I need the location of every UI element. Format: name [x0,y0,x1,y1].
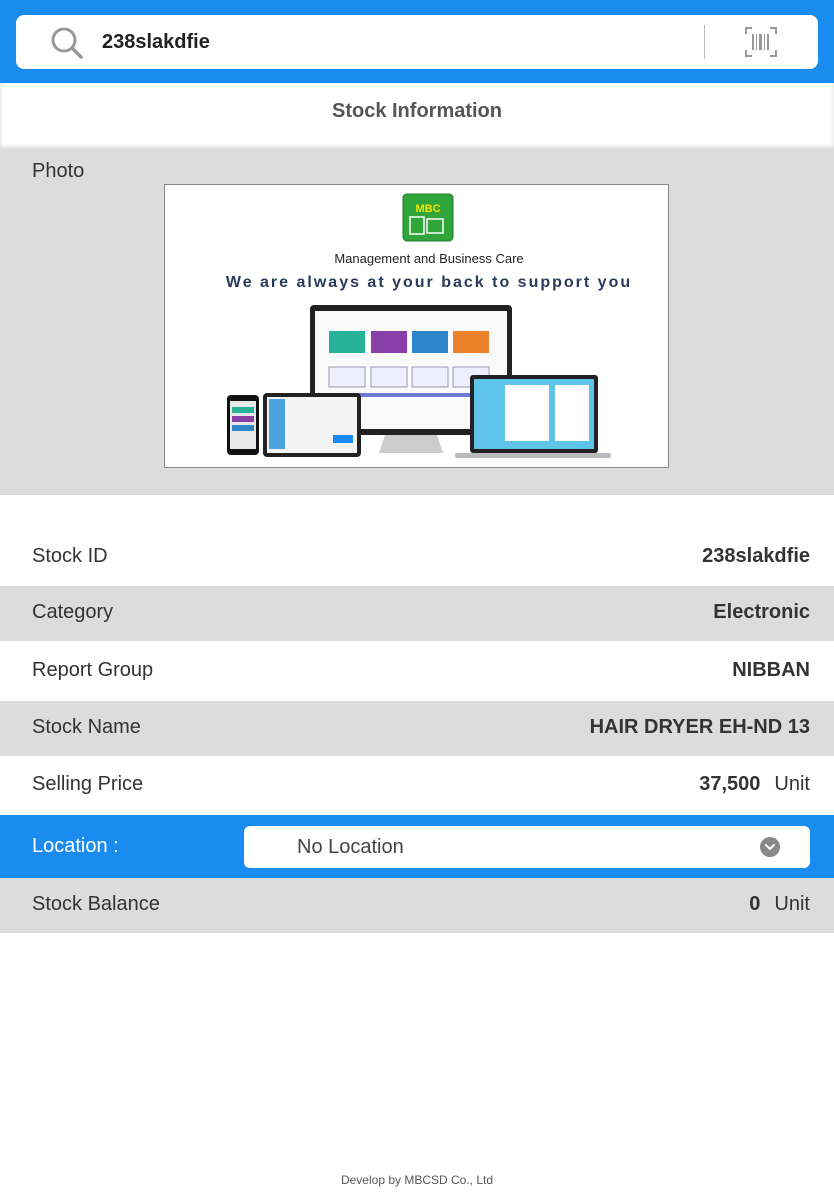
category-label: Category [32,601,114,623]
stock-balance-value: 0 [749,893,761,915]
product-photo: MBC Management and Business Care We are … [164,184,669,468]
detail-row-category: Category Electronic [0,586,834,641]
page-title: Stock Information [331,100,502,122]
detail-row-stock-balance: Stock Balance 0 Unit [0,878,834,933]
selling-price-value-group: 37,500 Unit [699,773,810,796]
detail-row-selling-price: Selling Price 37,500 Unit [0,756,834,815]
location-label: Location : [32,835,119,857]
detail-row-stock-name: Stock Name HAIR DRYER EH-ND 13 [0,701,834,756]
selling-price-unit: Unit [774,773,810,795]
report-group-value: NIBBAN [732,659,810,681]
detail-row-stock-id: Stock ID 238slakdfie [0,525,834,586]
phone-illustration [227,395,259,455]
top-bar [0,0,834,83]
stock-id-value: 238slakdfie [702,545,810,567]
detail-row-report-group: Report Group NIBBAN [0,641,834,701]
stock-balance-unit: Unit [774,893,810,915]
stock-balance-value-group: 0 Unit [749,893,810,916]
location-dropdown[interactable]: No Location [244,826,810,868]
image-company-text: Management and Business Care [334,251,523,266]
stock-balance-label: Stock Balance [32,893,160,915]
report-group-label: Report Group [32,659,154,681]
photo-label: Photo [32,160,85,182]
chevron-down-icon[interactable] [760,837,780,857]
svg-text:MBC: MBC [415,203,440,215]
search-divider [704,25,705,59]
stock-name-value: HAIR DRYER EH-ND 13 [589,716,810,738]
location-selected-value: No Location [297,836,404,858]
mbc-logo: MBC [402,193,454,242]
search-input[interactable] [102,28,662,56]
stock-id-label: Stock ID [32,545,108,567]
location-row: Location : No Location [0,815,834,878]
footer-credit: Develop by MBCSD Co., Ltd [340,1173,494,1187]
image-tagline-text: We are always at your back to support yo… [226,274,632,291]
search-icon[interactable] [50,26,84,60]
laptop-illustration [455,375,611,458]
selling-price-label: Selling Price [32,773,144,795]
stock-name-label: Stock Name [32,716,141,738]
barcode-scan-icon[interactable] [744,25,778,59]
selling-price-value: 37,500 [699,773,761,795]
search-box[interactable] [16,15,818,69]
category-value: Electronic [713,601,810,623]
tablet-illustration [263,393,361,457]
